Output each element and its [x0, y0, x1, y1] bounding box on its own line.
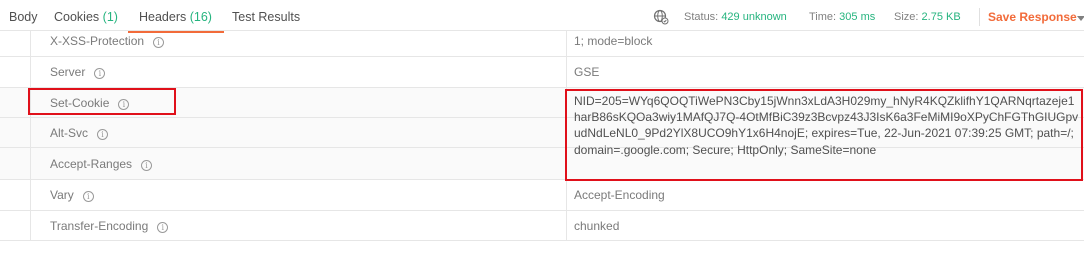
row-gutter — [30, 211, 31, 240]
row-gutter — [30, 31, 31, 56]
header-key: Accept-Ranges i — [50, 157, 153, 171]
header-value: chunked — [574, 219, 620, 233]
header-key: Transfer-Encoding i — [50, 219, 169, 233]
column-divider — [566, 211, 567, 240]
tab-cookies[interactable]: Cookies (1) — [54, 10, 118, 24]
table-row: Transfer-Encoding i chunked — [0, 210, 1084, 241]
header-key: Vary i — [50, 188, 94, 202]
table-row: X-XSS-Protection i 1; mode=block — [0, 30, 1084, 56]
header-value: Accept-Encoding — [574, 188, 665, 202]
column-divider — [566, 180, 567, 210]
size-label: Size: — [894, 11, 919, 23]
toolbar-divider — [979, 8, 980, 26]
header-key-text: Vary — [50, 188, 74, 202]
tab-body-label: Body — [9, 10, 38, 24]
header-key-text: Transfer-Encoding — [50, 219, 149, 233]
tab-headers-count: (16) — [189, 10, 212, 24]
info-icon[interactable]: i — [141, 160, 153, 171]
info-icon[interactable]: i — [82, 191, 94, 202]
info-icon[interactable]: i — [97, 129, 109, 140]
info-icon[interactable]: i — [94, 68, 106, 79]
header-key: X-XSS-Protection i — [50, 34, 165, 48]
info-icon[interactable]: i — [153, 37, 165, 48]
tab-headers-label: Headers — [139, 10, 187, 24]
response-tab-bar: Body Cookies (1) Headers (16) Test Resul… — [0, 0, 1084, 34]
time-value: 305 ms — [839, 11, 876, 23]
set-cookie-key-highlight — [28, 88, 176, 115]
table-row: Vary i Accept-Encoding — [0, 179, 1084, 210]
status-value: 429 unknown — [721, 11, 787, 23]
row-gutter — [30, 57, 31, 87]
header-key-text: Server — [50, 65, 86, 79]
tab-test-results-label: Test Results — [232, 10, 301, 24]
header-value: GSE — [574, 65, 600, 79]
tab-body[interactable]: Body — [9, 10, 38, 24]
header-key: Alt-Svc i — [50, 126, 109, 140]
row-gutter — [30, 148, 31, 179]
size-readout[interactable]: Size: 2.75 KB — [894, 11, 961, 23]
header-key-text: Alt-Svc — [50, 126, 89, 140]
header-value: 1; mode=block — [574, 34, 653, 48]
status-label: Status: — [684, 11, 719, 23]
column-divider — [566, 57, 567, 87]
table-row: Server i GSE — [0, 56, 1084, 87]
info-icon[interactable]: i — [157, 222, 169, 233]
row-gutter — [30, 180, 31, 210]
save-response-button[interactable]: Save Response — [988, 10, 1077, 24]
status-readout: Status: 429 unknown — [684, 11, 787, 23]
tab-cookies-label: Cookies — [54, 10, 100, 24]
header-key-text: Accept-Ranges — [50, 157, 133, 171]
chevron-down-icon[interactable] — [1077, 16, 1084, 21]
time-label: Time: — [809, 11, 837, 23]
time-readout[interactable]: Time: 305 ms — [809, 11, 875, 23]
globe-icon[interactable] — [653, 9, 669, 25]
row-gutter — [30, 118, 31, 147]
size-value: 2.75 KB — [921, 11, 961, 23]
header-key: Server i — [50, 65, 106, 79]
header-key-text: X-XSS-Protection — [50, 34, 145, 48]
tab-test-results[interactable]: Test Results — [232, 10, 300, 24]
tab-headers[interactable]: Headers (16) — [139, 10, 212, 24]
tab-cookies-count: (1) — [102, 10, 118, 24]
column-divider — [566, 31, 567, 56]
set-cookie-value-highlight — [565, 89, 1083, 181]
